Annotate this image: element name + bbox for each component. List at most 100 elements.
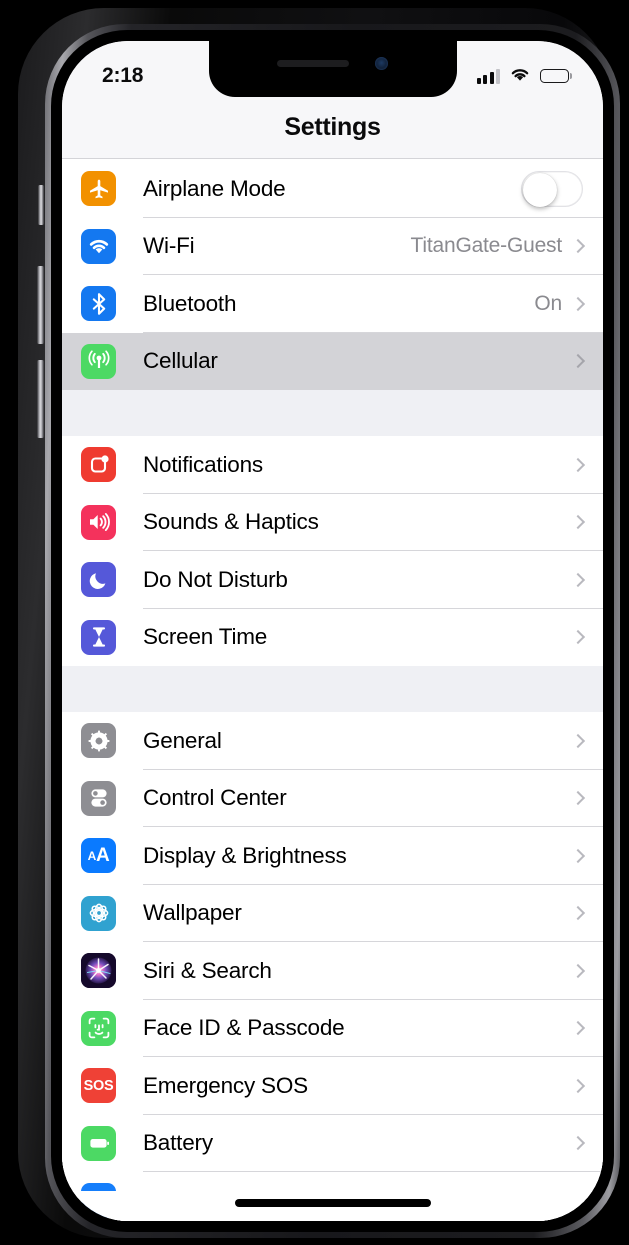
settings-row-do-not-disturb[interactable]: Do Not Disturb [62, 551, 603, 609]
chevron-right-icon [570, 1136, 586, 1151]
settings-row-wallpaper[interactable]: Wallpaper [62, 884, 603, 942]
group-separator [62, 390, 603, 436]
toggle-knob [523, 172, 557, 207]
notch [208, 41, 457, 97]
flower-icon [81, 895, 116, 931]
page-title: Settings [284, 113, 381, 141]
row-accessory [570, 572, 603, 587]
row-accessory [570, 1078, 603, 1093]
bluetooth-icon [81, 286, 116, 322]
cellular-antenna-icon [81, 343, 116, 379]
airplane-mode-toggle[interactable] [521, 170, 583, 207]
chevron-right-icon [570, 963, 586, 978]
silent-switch[interactable] [38, 185, 44, 225]
notifications-icon [81, 447, 116, 483]
settings-row-general[interactable]: General [62, 712, 603, 770]
chevron-right-icon [570, 457, 586, 472]
settings-row-siri-search[interactable]: Siri & Search [62, 942, 603, 1000]
settings-row-emergency-sos[interactable]: SOS Emergency SOS [62, 1057, 603, 1115]
chevron-right-icon [570, 515, 586, 530]
gear-icon [81, 723, 116, 759]
settings-row-notifications[interactable]: Notifications [62, 436, 603, 494]
settings-row-label: Cellular [143, 348, 218, 374]
siri-icon [81, 953, 116, 989]
settings-row-screen-time[interactable]: Screen Time [62, 608, 603, 666]
settings-row-label: Screen Time [143, 624, 268, 650]
home-indicator[interactable] [234, 1199, 431, 1207]
settings-row-label: Bluetooth [143, 290, 237, 316]
row-accessory [570, 733, 603, 748]
settings-row-label: Sounds & Haptics [143, 509, 319, 535]
settings-row-display-brightness[interactable]: AA Display & Brightness [62, 827, 603, 885]
settings-row-cellular[interactable]: Cellular [62, 332, 603, 390]
settings-row-wifi[interactable]: Wi-Fi TitanGate-Guest [62, 217, 603, 275]
settings-row-bluetooth[interactable]: Bluetooth On [62, 275, 603, 333]
hourglass-icon [81, 619, 116, 655]
chevron-right-icon [570, 848, 586, 863]
text-size-small-a: A [87, 848, 97, 863]
settings-list[interactable]: Airplane Mode Wi-Fi TitanGate-Guest Blue… [62, 160, 603, 1221]
wifi-network-name: TitanGate-Guest [410, 234, 563, 258]
settings-row-label: Display & Brightness [143, 842, 347, 868]
face-id-icon [81, 1010, 116, 1046]
row-accessory [570, 457, 603, 472]
group-separator [62, 666, 603, 712]
chevron-right-icon [570, 630, 586, 645]
speaker-grille-icon [277, 59, 349, 67]
sos-icon: SOS [81, 1068, 116, 1104]
chevron-right-icon [570, 791, 586, 806]
chevron-right-icon [570, 354, 586, 369]
speaker-waves-icon [81, 504, 116, 540]
text-size-icon: AA [81, 838, 116, 874]
settings-row-airplane-mode[interactable]: Airplane Mode [62, 160, 603, 218]
settings-row-label: Face ID & Passcode [143, 1015, 345, 1041]
row-accessory: On [534, 292, 603, 316]
settings-row-label: Control Center [143, 785, 287, 811]
sos-label: SOS [83, 1077, 114, 1094]
toggles-icon [81, 780, 116, 816]
wifi-icon [509, 66, 531, 87]
settings-row-label: Wallpaper [143, 900, 242, 926]
volume-up-button[interactable] [37, 266, 44, 344]
settings-row-label: Emergency SOS [143, 1072, 308, 1098]
chevron-right-icon [570, 1021, 586, 1036]
status-icons [476, 66, 572, 87]
bluetooth-status: On [534, 291, 562, 315]
settings-row-label: Notifications [143, 451, 263, 477]
settings-row-face-id-passcode[interactable]: Face ID & Passcode [62, 999, 603, 1057]
chevron-right-icon [570, 572, 586, 587]
phone-screen: 2:18 Settings Airplane Mode Wi-Fi TitanG… [62, 41, 603, 1221]
airplane-icon [81, 171, 116, 207]
row-accessory [570, 791, 603, 806]
settings-row-label: Battery [143, 1130, 213, 1156]
settings-row-battery[interactable]: Battery [62, 1114, 603, 1172]
settings-group-alerts: Notifications Sounds & Haptics Do Not Di… [62, 436, 603, 666]
wifi-icon [81, 228, 116, 264]
front-camera-icon [375, 56, 388, 70]
battery-icon [540, 69, 572, 83]
row-accessory [570, 630, 603, 645]
chevron-right-icon [570, 1078, 586, 1093]
title-bar: Settings [62, 97, 603, 159]
cellular-signal-icon [476, 68, 500, 84]
row-accessory: TitanGate-Guest [411, 234, 603, 258]
settings-row-sounds-haptics[interactable]: Sounds & Haptics [62, 493, 603, 551]
phone-frame: 2:18 Settings Airplane Mode Wi-Fi TitanG… [18, 8, 620, 1238]
chevron-right-icon [570, 733, 586, 748]
text-size-large-a: A [95, 845, 110, 867]
row-accessory [570, 906, 603, 921]
settings-row-control-center[interactable]: Control Center [62, 769, 603, 827]
row-accessory [570, 515, 603, 530]
settings-row-label: Siri & Search [143, 957, 272, 983]
row-accessory [570, 1136, 603, 1151]
battery-icon [81, 1125, 116, 1161]
chevron-right-icon [570, 296, 586, 311]
chevron-right-icon [570, 906, 586, 921]
settings-group-connectivity: Airplane Mode Wi-Fi TitanGate-Guest Blue… [62, 160, 603, 390]
moon-icon [81, 562, 116, 598]
settings-row-label: Do Not Disturb [143, 566, 288, 592]
row-accessory [570, 848, 603, 863]
volume-down-button[interactable] [37, 360, 44, 438]
row-accessory [570, 354, 603, 369]
settings-row-label: General [143, 727, 222, 753]
